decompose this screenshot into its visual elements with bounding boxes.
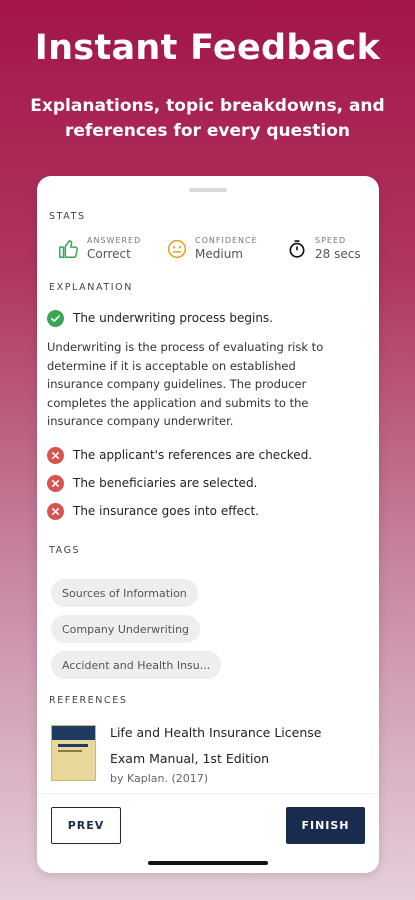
references-section-title: REFERENCES bbox=[49, 695, 128, 706]
stat-answered-label: ANSWERED bbox=[87, 236, 142, 245]
finish-button[interactable]: FINISH bbox=[286, 807, 365, 844]
neutral-face-icon bbox=[165, 237, 189, 261]
stat-confidence: CONFIDENCE Medium bbox=[165, 236, 258, 262]
x-circle-icon bbox=[47, 447, 64, 464]
wrong-answer: The applicant's references are checked. bbox=[73, 448, 313, 462]
tag-chip[interactable]: Company Underwriting bbox=[51, 615, 201, 643]
stat-speed-label: SPEED bbox=[315, 236, 347, 245]
explanation-section-title: EXPLANATION bbox=[49, 282, 133, 293]
tags-section-title: TAGS bbox=[49, 545, 81, 556]
stat-speed: SPEED 28 secs bbox=[285, 236, 361, 262]
prev-button[interactable]: PREV bbox=[51, 807, 121, 844]
hero-title: Instant Feedback bbox=[34, 28, 381, 68]
thumbs-up-icon bbox=[57, 237, 81, 261]
stat-confidence-label: CONFIDENCE bbox=[195, 236, 258, 245]
sheet-grabber[interactable] bbox=[189, 188, 227, 192]
reference-book-author: by Kaplan. (2017) bbox=[110, 772, 209, 785]
tag-chip[interactable]: Sources of Information bbox=[51, 579, 198, 607]
home-indicator[interactable] bbox=[148, 861, 268, 865]
stopwatch-icon bbox=[285, 237, 309, 261]
book-cover-image[interactable] bbox=[51, 725, 96, 781]
tag-chip[interactable]: Accident and Health Insu... bbox=[51, 651, 222, 679]
check-circle-icon bbox=[47, 310, 64, 327]
wrong-answer: The beneficiaries are selected. bbox=[73, 476, 258, 490]
stats-section-title: STATS bbox=[49, 211, 86, 222]
explanation-body: Underwriting is the process of evaluatin… bbox=[47, 340, 324, 428]
x-circle-icon bbox=[47, 503, 64, 520]
stat-answered: ANSWERED Correct bbox=[57, 236, 141, 262]
stat-answered-value: Correct bbox=[87, 247, 131, 261]
reference-book-title[interactable]: Life and Health Insurance License Exam M… bbox=[110, 720, 350, 772]
x-circle-icon bbox=[47, 475, 64, 492]
phone-screen: STATS ANSWERED Correct CONFIDENCE Medium… bbox=[37, 176, 379, 873]
stat-speed-value: 28 secs bbox=[315, 247, 361, 261]
stat-confidence-value: Medium bbox=[195, 247, 243, 261]
wrong-answer: The insurance goes into effect. bbox=[73, 504, 259, 518]
correct-answer: The underwriting process begins. bbox=[73, 311, 273, 325]
hero-subtitle: Explanations, topic breakdowns, and refe… bbox=[30, 96, 385, 141]
